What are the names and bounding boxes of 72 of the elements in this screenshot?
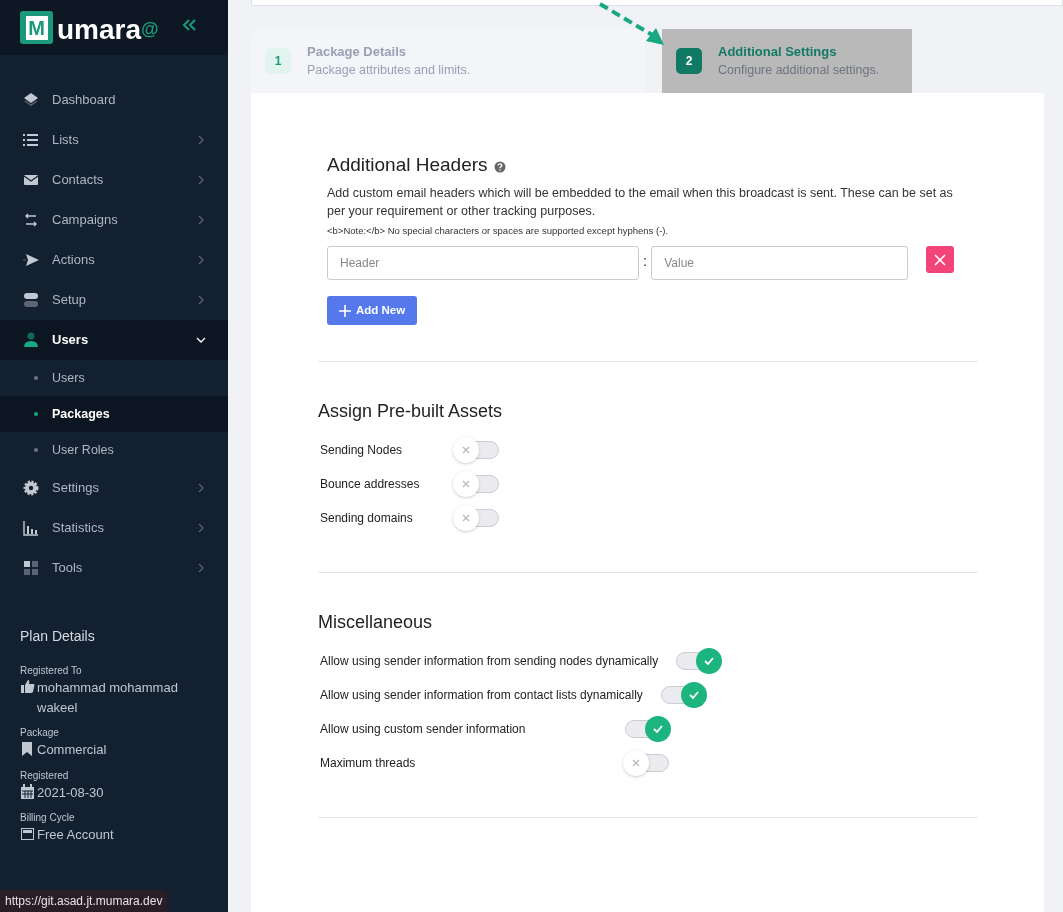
- help-icon: [493, 160, 506, 173]
- close-icon: [461, 513, 471, 523]
- toggles-icon: [23, 292, 39, 308]
- value-field[interactable]: Value: [651, 246, 909, 280]
- sidebar-subitem[interactable]: Packages: [0, 396, 228, 432]
- sidebar-subitem[interactable]: Users: [0, 360, 228, 396]
- sidebar-item[interactable]: Statistics: [0, 508, 228, 548]
- field-label: Registered To: [20, 664, 83, 678]
- list-icon: [23, 132, 39, 148]
- section-title: Plan Details: [20, 627, 96, 646]
- separator: :: [643, 251, 648, 271]
- sidebar-item[interactable]: Dashboard: [0, 80, 228, 120]
- billing-card-icon: [20, 826, 35, 841]
- check-icon: [652, 723, 664, 735]
- sidebar-item[interactable]: Setup: [0, 280, 228, 320]
- sidebar-subitem[interactable]: User Roles: [0, 432, 228, 468]
- step-subtitle: Package attributes and limits.: [307, 62, 471, 80]
- check-icon: [703, 655, 716, 667]
- toggle-label: Maximum threads: [320, 755, 417, 772]
- toggle-label: Bounce addresses: [320, 476, 421, 493]
- close-icon: [461, 479, 471, 489]
- layers-icon: [23, 92, 39, 108]
- field-label: Billing Cycle: [20, 811, 76, 825]
- toggle-label: Sending Nodes: [320, 442, 404, 459]
- calendar-icon: [20, 783, 35, 799]
- sidebar-item[interactable]: Settings: [0, 468, 228, 508]
- plus-icon: [339, 304, 351, 317]
- grid-icon: [23, 560, 39, 576]
- field-value: 2021-08-30: [37, 783, 104, 802]
- add-new-button[interactable]: Add New: [327, 296, 418, 325]
- field-value: Commercial: [37, 741, 107, 759]
- sidebar-item[interactable]: Contacts: [0, 160, 228, 200]
- description: Add custom email headers which will be embedded to the email when this broadcast is sent. These can be set as per your requirement or other tracking purposes.: [327, 184, 954, 220]
- person-icon: [23, 332, 39, 348]
- toggle-label: Allow using sender information from contact lists dynamically: [320, 687, 643, 704]
- sidebar-item[interactable]: Users: [0, 320, 228, 360]
- sidebar-item[interactable]: Lists: [0, 120, 228, 160]
- step-title: Additional Settings: [718, 42, 838, 61]
- thumbs-up-icon: [20, 679, 35, 694]
- sidebar-item[interactable]: Campaigns: [0, 200, 228, 240]
- step-title: Package Details: [307, 42, 407, 61]
- sidebar-item[interactable]: Tools: [0, 548, 228, 588]
- paper-plane-icon: [23, 252, 39, 268]
- header-field[interactable]: Header: [327, 246, 639, 280]
- toggle-label: Allow using sender information from sending nodes dynamically: [320, 653, 659, 670]
- field-label: Package: [20, 726, 60, 740]
- step-tab[interactable]: 2 Additional Settings Configure additional settings.: [662, 29, 912, 93]
- section-title: Miscellaneous: [318, 611, 434, 634]
- sidebar-item[interactable]: Actions: [0, 240, 228, 280]
- swap-arrows-icon: [23, 212, 39, 228]
- step-number: 2: [676, 48, 702, 74]
- note-text: <b>Note:</b> No special characters or spaces are supported except hyphens (-).: [327, 223, 670, 238]
- field-label: Registered: [20, 768, 70, 783]
- collapse-icon: [180, 17, 197, 32]
- check-icon: [687, 689, 700, 701]
- section-title: Assign Pre-built Assets: [318, 400, 504, 423]
- step-number: 1: [265, 48, 291, 74]
- close-icon: [631, 758, 641, 768]
- field-value: Free Account: [37, 826, 114, 844]
- status-url: https://git.asad.jt.mumara.dev: [0, 890, 168, 912]
- bar-chart-icon: [23, 520, 39, 536]
- field-value: mohammad mohammad wakeel: [37, 679, 179, 717]
- bookmark-icon: [20, 741, 35, 756]
- delete-button[interactable]: [926, 246, 955, 273]
- toggle-label: Allow using custom sender information: [320, 721, 527, 738]
- step-subtitle: Configure additional settings.: [718, 62, 880, 80]
- gear-icon: [23, 480, 39, 496]
- close-icon: [934, 253, 947, 266]
- toggle-label: Sending domains: [320, 510, 414, 527]
- section-title: Additional Headers: [327, 153, 488, 177]
- envelope-icon: [23, 172, 39, 188]
- close-icon: [461, 445, 471, 455]
